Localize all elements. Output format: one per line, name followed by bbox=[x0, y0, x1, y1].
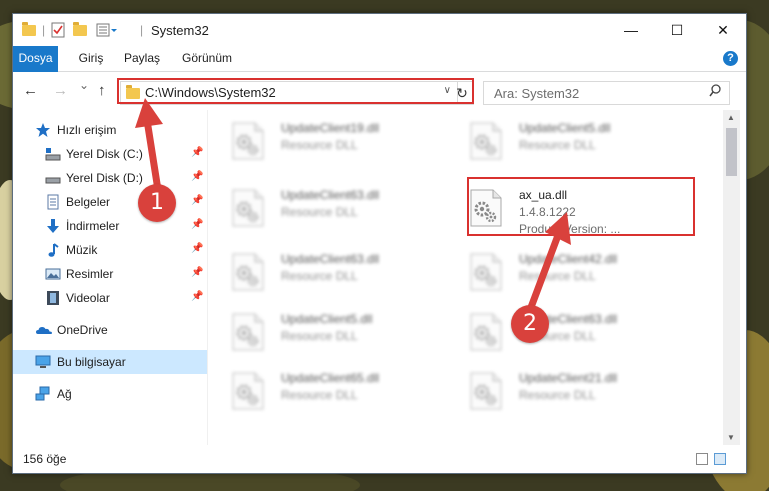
step-1-callout: 1 bbox=[138, 184, 176, 222]
annotation-arrows bbox=[135, 98, 571, 314]
step-2-callout: 2 bbox=[511, 305, 549, 343]
